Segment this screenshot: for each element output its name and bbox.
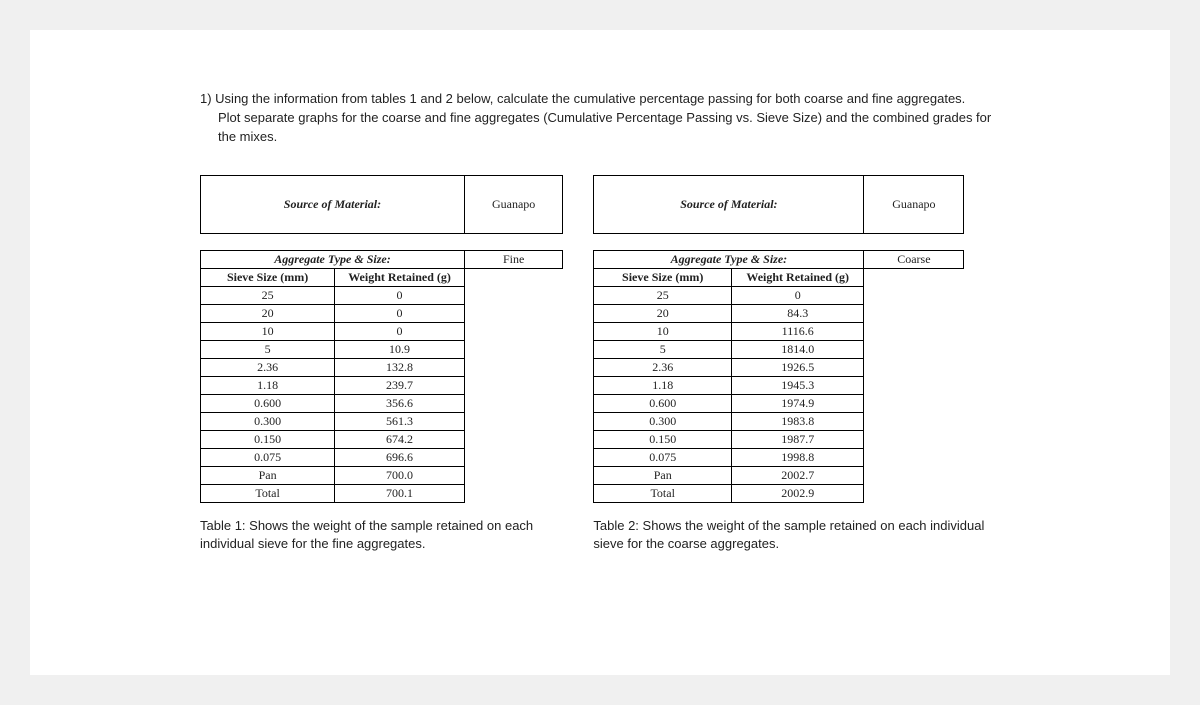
question-text: 1) Using the information from tables 1 a… — [200, 90, 1000, 147]
tables-row: Source of Material: Guanapo Aggregate Ty… — [200, 175, 1000, 553]
table-row: Total2002.9 — [594, 484, 964, 502]
table-2-block: Source of Material: Guanapo Aggregate Ty… — [593, 175, 1000, 553]
table-1-caption: Table 1: Shows the weight of the sample … — [200, 517, 563, 553]
document-page: 1) Using the information from tables 1 a… — [30, 30, 1170, 675]
t2-col-sieve: Sieve Size (mm) — [594, 268, 732, 286]
table-1-block: Source of Material: Guanapo Aggregate Ty… — [200, 175, 563, 553]
t1-col-sieve: Sieve Size (mm) — [201, 268, 335, 286]
table-row: 100 — [201, 322, 563, 340]
table-row: 250 — [594, 286, 964, 304]
table-row: 2.36132.8 — [201, 358, 563, 376]
table-row: 510.9 — [201, 340, 563, 358]
t2-source-value: Guanapo — [864, 175, 964, 233]
table-row: 0.300561.3 — [201, 412, 563, 430]
table-row: 0.600356.6 — [201, 394, 563, 412]
t1-col-weight: Weight Retained (g) — [335, 268, 465, 286]
table-row: 0.0751998.8 — [594, 448, 964, 466]
table-row: 0.6001974.9 — [594, 394, 964, 412]
table-1: Source of Material: Guanapo Aggregate Ty… — [200, 175, 563, 503]
table-row: 0.1501987.7 — [594, 430, 964, 448]
t1-source-label: Source of Material: — [201, 175, 465, 233]
table-2: Source of Material: Guanapo Aggregate Ty… — [593, 175, 964, 503]
t2-source-label: Source of Material: — [594, 175, 864, 233]
table-row: 0.075696.6 — [201, 448, 563, 466]
t2-aggtype-value: Coarse — [864, 250, 964, 268]
table-row: Total700.1 — [201, 484, 563, 502]
question-line-1: 1) Using the information from tables 1 a… — [200, 91, 965, 106]
table-row: 0.3001983.8 — [594, 412, 964, 430]
table-row: 1.181945.3 — [594, 376, 964, 394]
table-row: 0.150674.2 — [201, 430, 563, 448]
table-row: 2.361926.5 — [594, 358, 964, 376]
table-row: 200 — [201, 304, 563, 322]
table-row: 51814.0 — [594, 340, 964, 358]
t1-source-value: Guanapo — [464, 175, 562, 233]
table-row: 101116.6 — [594, 322, 964, 340]
t2-aggtype-label: Aggregate Type & Size: — [594, 250, 864, 268]
table-row: Pan2002.7 — [594, 466, 964, 484]
table-2-caption: Table 2: Shows the weight of the sample … — [593, 517, 1000, 553]
t1-aggtype-value: Fine — [464, 250, 562, 268]
table-row: 2084.3 — [594, 304, 964, 322]
t2-col-weight: Weight Retained (g) — [732, 268, 864, 286]
question-line-2: Plot separate graphs for the coarse and … — [200, 109, 1000, 147]
table-row: 1.18239.7 — [201, 376, 563, 394]
table-row: 250 — [201, 286, 563, 304]
table-row: Pan700.0 — [201, 466, 563, 484]
t1-aggtype-label: Aggregate Type & Size: — [201, 250, 465, 268]
